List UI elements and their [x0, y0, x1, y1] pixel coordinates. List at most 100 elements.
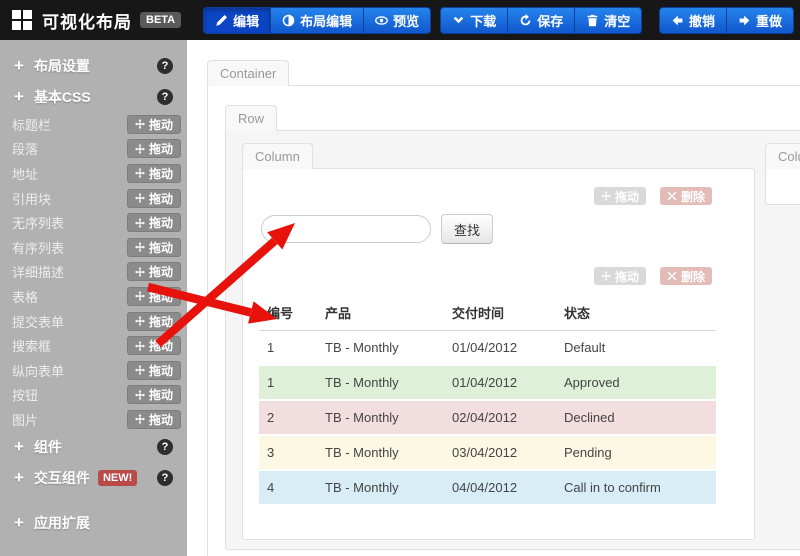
- column-panel-2: Column: [765, 168, 800, 205]
- move-icon: [135, 414, 145, 424]
- drag-button[interactable]: 拖动: [127, 361, 181, 380]
- search-widget-actions: 拖动 删除: [243, 187, 712, 205]
- table-row-success: 1TB - Monthly01/04/2012Approved: [259, 365, 716, 400]
- widget-item-label: 提交表单: [12, 312, 64, 331]
- toolbar-button-label: 预览: [393, 11, 419, 30]
- drag-button[interactable]: 拖动: [127, 336, 181, 355]
- table-cell: 01/04/2012: [444, 365, 556, 400]
- drag-button[interactable]: 拖动: [127, 410, 181, 429]
- drag-button[interactable]: 拖动: [127, 164, 181, 183]
- topbar: 可视化布局 BETA 编辑布局编辑预览下载保存清空撤销重做: [0, 0, 800, 40]
- save-button[interactable]: 保存: [507, 7, 575, 34]
- table-cell: Pending: [556, 435, 716, 470]
- table-widget-actions: 拖动 删除: [243, 267, 712, 285]
- help-icon[interactable]: ?: [157, 470, 173, 486]
- move-icon: [135, 365, 145, 375]
- preview-button[interactable]: 预览: [363, 7, 431, 34]
- table-header-cell: 交付时间: [444, 295, 556, 331]
- widget-delete-button[interactable]: 删除: [660, 187, 712, 205]
- plus-icon: +: [14, 437, 24, 457]
- move-icon: [135, 193, 145, 203]
- toolbar-group-3: 撤销重做: [659, 7, 794, 34]
- preview-table: 编号产品交付时间状态 1TB - Monthly01/04/2012Defaul…: [259, 295, 716, 504]
- find-button[interactable]: 查找: [441, 214, 493, 244]
- sidebar-section-basic-css[interactable]: +基本CSS?: [0, 81, 187, 112]
- sidebar-widget-item: 按钮拖动: [0, 383, 187, 408]
- row-tab[interactable]: Row: [225, 105, 277, 131]
- widget-item-label: 搜索框: [12, 336, 51, 355]
- toolbar-button-label: 保存: [537, 11, 563, 30]
- drag-button-label: 拖动: [149, 116, 173, 133]
- sidebar-section-components[interactable]: +组件?: [0, 432, 187, 463]
- drag-button[interactable]: 拖动: [127, 189, 181, 208]
- sidebar-section-app-extensions[interactable]: +应用扩展: [0, 508, 187, 539]
- drag-button-label: 拖动: [149, 165, 173, 182]
- table-cell: Call in to confirm: [556, 470, 716, 504]
- sidebar-widget-item: 图片拖动: [0, 407, 187, 432]
- move-icon: [135, 390, 145, 400]
- widget-delete-button[interactable]: 删除: [660, 267, 712, 285]
- table-header-cell: 产品: [317, 295, 444, 331]
- sidebar-widget-item: 地址 拖动: [0, 161, 187, 186]
- drag-button[interactable]: 拖动: [127, 262, 181, 281]
- sidebar-section-interactive-components[interactable]: +交互组件NEW!?: [0, 463, 187, 494]
- table-cell: 02/04/2012: [444, 400, 556, 435]
- toolbar-button-label: 清空: [604, 11, 630, 30]
- drag-button[interactable]: 拖动: [127, 287, 181, 306]
- widget-drag-label: 拖动: [615, 268, 639, 285]
- sidebar-section-label: 交互组件: [34, 468, 90, 488]
- table-body: 1TB - Monthly01/04/2012Default1TB - Mont…: [259, 331, 716, 505]
- table-header-cell: 状态: [556, 295, 716, 331]
- widget-item-label: 段落: [12, 139, 38, 158]
- drag-button-label: 拖动: [149, 386, 173, 403]
- move-icon: [135, 316, 145, 326]
- sidebar-section-layout-settings[interactable]: +布局设置?: [0, 50, 187, 81]
- table-row-warning: 3TB - Monthly03/04/2012Pending: [259, 435, 716, 470]
- download-button[interactable]: 下载: [440, 7, 508, 34]
- move-icon: [135, 267, 145, 277]
- search-form: 查找: [261, 214, 754, 244]
- undo-button[interactable]: 撤销: [659, 7, 727, 34]
- table-cell: TB - Monthly: [317, 470, 444, 504]
- help-icon[interactable]: ?: [157, 439, 173, 455]
- column-tab[interactable]: Column: [242, 143, 313, 169]
- table-header-cell: 编号: [259, 295, 317, 331]
- move-icon: [135, 168, 145, 178]
- table-cell: TB - Monthly: [317, 365, 444, 400]
- redo-button[interactable]: 重做: [726, 7, 794, 34]
- column-panel: Column 拖动 删除 查找: [242, 168, 755, 540]
- drag-button[interactable]: 拖动: [127, 139, 181, 158]
- sidebar-widget-item: 提交表单 拖动: [0, 309, 187, 334]
- help-icon[interactable]: ?: [157, 58, 173, 74]
- plus-icon: +: [14, 513, 24, 533]
- drag-button[interactable]: 拖动: [127, 385, 181, 404]
- drag-button[interactable]: 拖动: [127, 213, 181, 232]
- edit-button[interactable]: 编辑: [203, 7, 271, 34]
- search-input[interactable]: [261, 215, 431, 243]
- column-2-tab[interactable]: Column: [765, 143, 800, 169]
- clear-button[interactable]: 清空: [574, 7, 642, 34]
- move-icon: [135, 119, 145, 129]
- sidebar-section-label: 布局设置: [34, 56, 90, 76]
- widget-item-label: 引用块: [12, 189, 51, 208]
- help-icon[interactable]: ?: [157, 89, 173, 105]
- table-head: 编号产品交付时间状态: [259, 295, 716, 331]
- widget-drag-button[interactable]: 拖动: [594, 187, 646, 205]
- layout-edit-button[interactable]: 布局编辑: [270, 7, 364, 34]
- drag-button[interactable]: 拖动: [127, 238, 181, 257]
- widget-item-label: 地址: [12, 164, 38, 183]
- widget-item-label: 表格: [12, 287, 38, 306]
- drag-button-label: 拖动: [149, 239, 173, 256]
- drag-button[interactable]: 拖动: [127, 115, 181, 134]
- container-tab[interactable]: Container: [207, 60, 289, 86]
- move-icon: [135, 242, 145, 252]
- drag-button-label: 拖动: [149, 313, 173, 330]
- sidebar-section-label: 基本CSS: [34, 87, 91, 107]
- sidebar-widget-item: 详细描述拖动: [0, 260, 187, 285]
- toolbar-group-2: 下载 保存 清空: [440, 7, 642, 34]
- widget-drag-button[interactable]: 拖动: [594, 267, 646, 285]
- table-row-default: 1TB - Monthly01/04/2012Default: [259, 331, 716, 366]
- drag-button[interactable]: 拖动: [127, 312, 181, 331]
- table-cell: Approved: [556, 365, 716, 400]
- trash-icon: [586, 14, 599, 27]
